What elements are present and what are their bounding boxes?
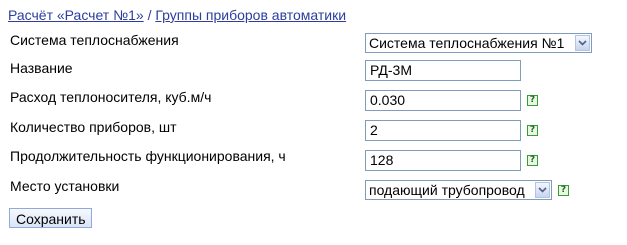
installation-place-select[interactable]: подающий трубопровод: [365, 180, 552, 200]
breadcrumb-link-calculation[interactable]: Расчёт «Расчет №1»: [8, 7, 144, 23]
device-count-input[interactable]: 2: [365, 120, 521, 141]
help-icon[interactable]: ?: [527, 95, 538, 106]
breadcrumb-separator: /: [147, 7, 152, 23]
breadcrumb: Расчёт «Расчет №1» / Группы приборов авт…: [8, 6, 346, 24]
form-row-coolant-flow: Расход теплоносителя, куб.м/ч 0.030 ?: [0, 86, 627, 114]
heating-system-label: Система теплоснабжения: [10, 32, 179, 48]
form-row-installation-place: Место установки подающий трубопровод ?: [0, 174, 627, 202]
coolant-flow-input[interactable]: 0.030: [365, 90, 521, 111]
form-row-name: Название РД-3М: [0, 57, 627, 85]
help-icon[interactable]: ?: [527, 155, 538, 166]
breadcrumb-link-device-groups[interactable]: Группы приборов автоматики: [155, 7, 346, 23]
device-count-label: Количество приборов, шт: [10, 119, 177, 135]
form-row-device-count: Количество приборов, шт 2 ?: [0, 115, 627, 143]
heating-system-selected-value: Система теплоснабжения №1: [369, 35, 565, 51]
help-icon[interactable]: ?: [527, 125, 538, 136]
help-icon[interactable]: ?: [558, 185, 569, 196]
save-button[interactable]: Сохранить: [9, 208, 92, 228]
coolant-flow-label: Расход теплоносителя, куб.м/ч: [10, 89, 212, 105]
form-row-heating-system: Система теплоснабжения Система теплоснаб…: [0, 29, 627, 57]
operation-duration-input[interactable]: 128: [365, 150, 521, 171]
installation-place-selected-value: подающий трубопровод: [369, 182, 525, 198]
chevron-down-icon[interactable]: [535, 182, 550, 198]
heating-system-select[interactable]: Система теплоснабжения №1: [365, 33, 592, 53]
page: Расчёт «Расчет №1» / Группы приборов авт…: [0, 0, 627, 245]
installation-place-label: Место установки: [10, 178, 120, 194]
name-input[interactable]: РД-3М: [365, 60, 521, 81]
form-row-operation-duration: Продолжительность функционирования, ч 12…: [0, 145, 627, 173]
operation-duration-label: Продолжительность функционирования, ч: [10, 148, 286, 164]
chevron-down-icon[interactable]: [575, 35, 590, 51]
name-label: Название: [10, 60, 73, 76]
